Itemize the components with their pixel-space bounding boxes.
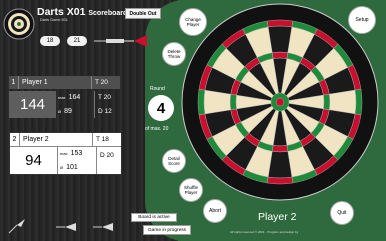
number-right-button[interactable]: 21 [67, 36, 87, 46]
round-label: Round [150, 86, 165, 92]
dartboard[interactable] [180, 2, 380, 202]
delete-throw-button[interactable]: Delete Throw [162, 42, 186, 66]
round-value: 4 [148, 95, 174, 121]
shuffle-player-button[interactable]: Shuffle Player [179, 178, 203, 202]
dart-icon [93, 223, 113, 231]
board-segment[interactable] [229, 93, 237, 111]
player1-avg-label: Ø [58, 108, 62, 114]
abort-button[interactable]: Abort [203, 199, 227, 223]
copyright-text: All rights reserved © 2021 · Program and… [230, 230, 299, 234]
setup-button[interactable]: Setup [348, 6, 376, 34]
app-subtitle: Darts Game 501 [40, 18, 68, 22]
player1-number: 1 [9, 76, 19, 89]
board-segment[interactable] [271, 51, 289, 59]
app-title: Darts X01 Scoreboard [37, 6, 127, 18]
player2-avg-label: Ø [60, 164, 64, 170]
board-segment[interactable] [266, 176, 294, 185]
app-window: Darts X01 Scoreboard Darts Game 501 Doub… [0, 0, 386, 241]
board-segment[interactable] [197, 88, 206, 116]
player1-score: 144 [9, 91, 56, 118]
player2-avg: 101 [66, 163, 78, 171]
title-sub: Scoreboard [88, 10, 128, 17]
player1-avg: 89 [64, 107, 72, 115]
board-segment[interactable] [323, 93, 331, 111]
double-out-button[interactable]: Double Out [125, 8, 161, 19]
quit-button[interactable]: Quit [330, 201, 354, 225]
player1-max: 164 [68, 94, 81, 102]
player1-name: Player 1 [22, 79, 48, 86]
player2-number: 2 [10, 133, 20, 146]
board-segment[interactable] [354, 88, 363, 116]
number-left-button[interactable]: 18 [40, 36, 60, 46]
change-player-button[interactable]: Change Player [179, 8, 207, 36]
round-max: of max. 20 [145, 126, 169, 132]
board-segment[interactable] [271, 145, 289, 153]
board-segment[interactable] [266, 19, 294, 28]
player1-tag3: D 12 [98, 107, 112, 115]
player2-name: Player 2 [23, 136, 49, 143]
current-player-label: Player 2 [258, 211, 297, 223]
player1-tag2: T 20 [98, 94, 111, 102]
dart-icon [56, 223, 76, 231]
player2-score: 94 [25, 152, 42, 169]
player2-tag2: D 20 [100, 152, 114, 159]
game-progress-status: Game in progress [143, 225, 191, 235]
bullseye[interactable] [275, 97, 285, 107]
title-main: Darts X01 [37, 6, 86, 18]
player2-max-label: max [60, 151, 68, 157]
player1-card[interactable]: 1 Player 1 T 20 144 max 164 Ø 89 T 20 D 12 [9, 76, 120, 118]
board-active-status: Board is active [131, 213, 177, 222]
detail-score-button[interactable]: Detail Score [162, 149, 186, 173]
dart-icon [8, 219, 25, 234]
dart-icon [94, 35, 147, 47]
player2-card[interactable]: 2 Player 2 T 18 94 max 153 Ø 101 D 20 [9, 132, 122, 175]
player2-tag1: T 18 [92, 133, 121, 146]
dartboard-logo-icon [3, 8, 35, 40]
player2-max: 153 [70, 150, 83, 158]
player1-tag1: T 20 [91, 76, 120, 89]
player1-max-label: max [58, 95, 66, 101]
